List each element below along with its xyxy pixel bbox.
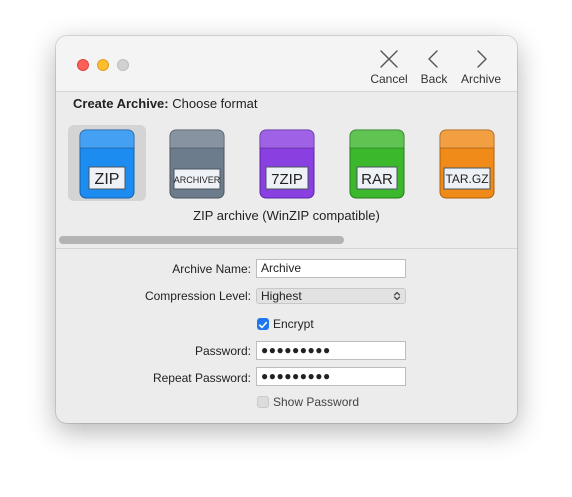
archive-name-input[interactable]: Archive: [256, 259, 406, 278]
repeat-password-label: Repeat Password:: [152, 371, 251, 385]
encrypt-checkbox-row[interactable]: Encrypt: [257, 317, 314, 331]
archive-label: Archive: [460, 72, 501, 86]
archiver-archive-icon: ARCHIVER: [169, 129, 225, 199]
back-button[interactable]: Back: [418, 48, 450, 88]
page-title-rest: Choose format: [172, 96, 258, 111]
page-title-bold: Create Archive:: [73, 96, 169, 111]
password-label: Password:: [194, 344, 251, 358]
divider: [56, 248, 517, 249]
back-label: Back: [420, 72, 448, 86]
chevron-left-icon: [428, 50, 438, 68]
targz-label: TAR.GZ: [445, 172, 488, 186]
create-archive-window: Cancel Back Archive Create Archive: Choo…: [56, 36, 517, 423]
close-window-button[interactable]: [77, 59, 89, 71]
encrypt-checkbox[interactable]: [257, 318, 269, 330]
format-description: ZIP archive (WinZIP compatible): [193, 208, 380, 223]
repeat-password-input[interactable]: ●●●●●●●●●: [256, 367, 406, 386]
title-bar: Cancel Back Archive: [56, 36, 517, 92]
format-targz[interactable]: TAR.GZ: [428, 125, 506, 201]
show-password-checkbox-row[interactable]: Show Password: [257, 395, 359, 409]
cancel-button[interactable]: Cancel: [370, 48, 408, 88]
format-7zip[interactable]: 7ZIP: [248, 125, 326, 201]
compression-level-value: Highest: [261, 289, 302, 303]
chevron-up-down-icon: [393, 291, 401, 301]
rar-archive-icon: RAR: [349, 129, 405, 199]
compression-level-select[interactable]: Highest: [256, 288, 406, 304]
x-icon: [380, 50, 398, 68]
7zip-archive-icon: 7ZIP: [259, 129, 315, 199]
compression-level-label: Compression Level:: [144, 289, 251, 303]
page-title: Create Archive: Choose format: [73, 96, 258, 111]
encrypt-label: Encrypt: [273, 317, 314, 331]
minimize-window-button[interactable]: [97, 59, 109, 71]
cancel-label: Cancel: [370, 72, 408, 86]
format-zip[interactable]: ZIP: [68, 125, 146, 201]
format-scrollbar[interactable]: [59, 236, 344, 244]
archive-name-label: Archive Name:: [172, 262, 251, 276]
format-archiver[interactable]: ARCHIVER: [158, 125, 236, 201]
zip-archive-icon: ZIP: [79, 129, 135, 199]
zip-label: ZIP: [95, 171, 120, 188]
chevron-right-icon: [477, 50, 487, 68]
zoom-window-button: [117, 59, 129, 71]
checkmark-icon: [259, 321, 268, 329]
show-password-label: Show Password: [273, 395, 360, 409]
targz-archive-icon: TAR.GZ: [439, 129, 495, 199]
7zip-label: 7ZIP: [271, 171, 303, 188]
format-rar[interactable]: RAR: [338, 125, 416, 201]
archiver-label: ARCHIVER: [174, 175, 221, 185]
rar-label: RAR: [361, 171, 393, 188]
password-input[interactable]: ●●●●●●●●●: [256, 341, 406, 360]
show-password-checkbox[interactable]: [257, 396, 269, 408]
format-picker: ZIP ARCHIVER 7ZIP RAR TAR.GZ: [56, 124, 517, 204]
archive-button[interactable]: Archive: [460, 48, 502, 88]
